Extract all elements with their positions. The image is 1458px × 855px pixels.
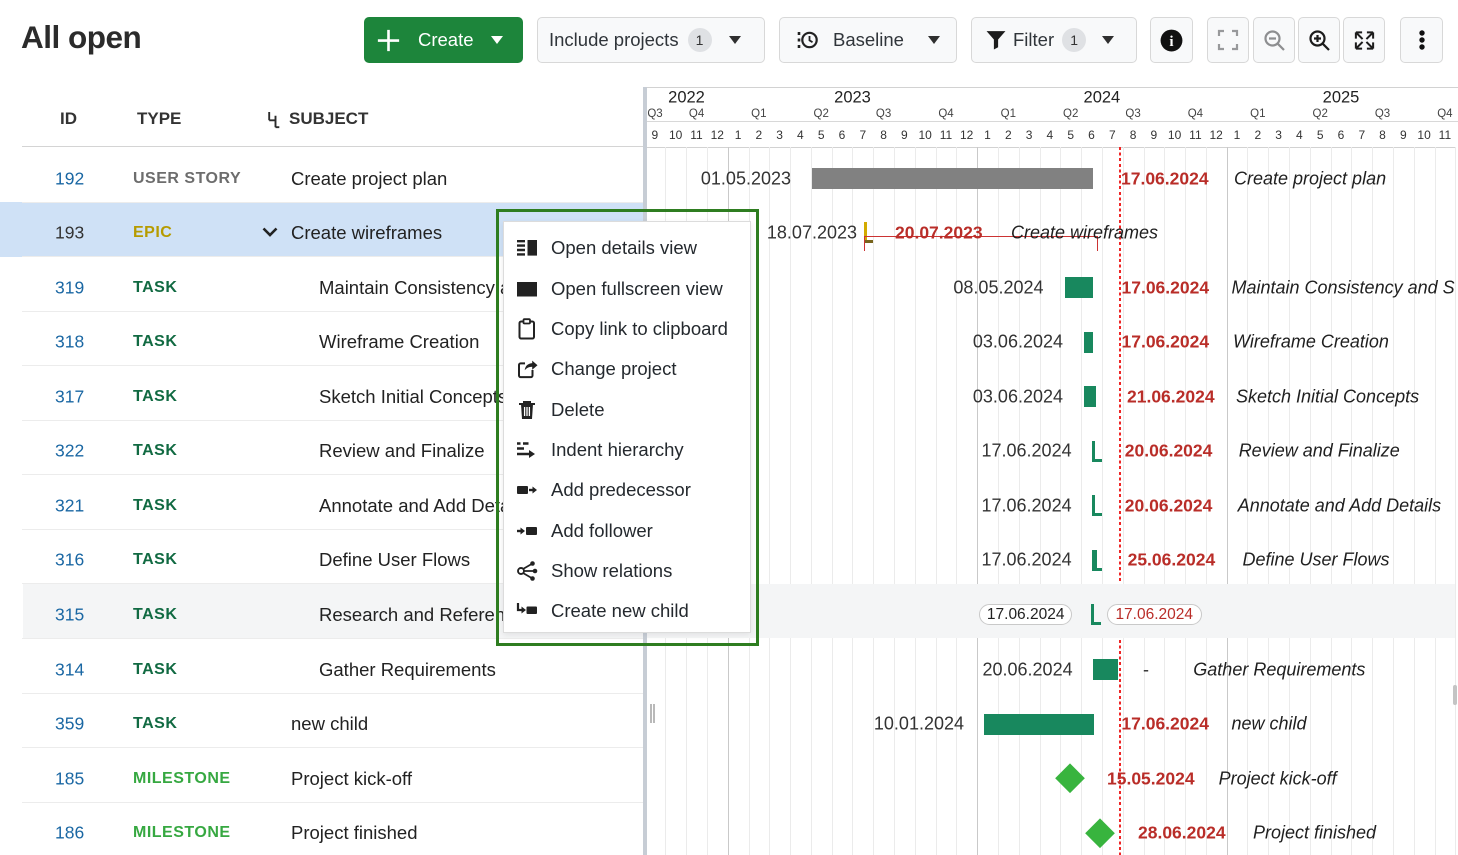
svg-text:i: i bbox=[1169, 33, 1173, 49]
